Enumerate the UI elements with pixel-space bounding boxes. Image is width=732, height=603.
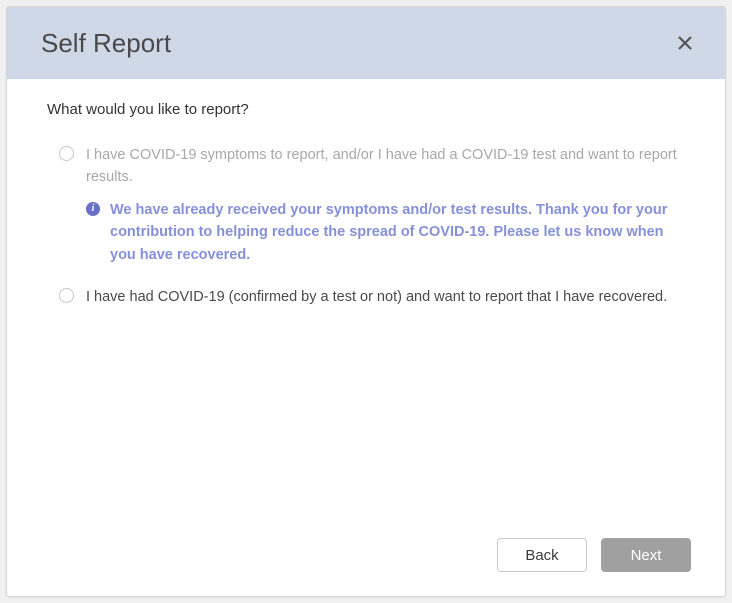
close-icon bbox=[677, 35, 693, 51]
info-row: i We have already received your symptoms… bbox=[86, 199, 685, 266]
dialog-header: Self Report bbox=[7, 7, 725, 79]
option-symptoms: I have COVID-19 symptoms to report, and/… bbox=[47, 144, 685, 276]
back-button[interactable]: Back bbox=[497, 538, 587, 572]
dialog-footer: Back Next bbox=[7, 520, 725, 596]
radio-symptoms bbox=[59, 146, 74, 161]
dialog-content: What would you like to report? I have CO… bbox=[7, 79, 725, 520]
option-body: I have had COVID-19 (confirmed by a test… bbox=[86, 286, 685, 308]
self-report-dialog: Self Report What would you like to repor… bbox=[6, 6, 726, 597]
option-body: I have COVID-19 symptoms to report, and/… bbox=[86, 144, 685, 276]
info-text: We have already received your symptoms a… bbox=[110, 199, 685, 266]
radio-recovered[interactable] bbox=[59, 288, 74, 303]
option-label-recovered: I have had COVID-19 (confirmed by a test… bbox=[86, 286, 685, 308]
next-button[interactable]: Next bbox=[601, 538, 691, 572]
option-label-symptoms: I have COVID-19 symptoms to report, and/… bbox=[86, 144, 685, 189]
info-icon: i bbox=[86, 202, 100, 216]
dialog-title: Self Report bbox=[41, 28, 171, 59]
prompt-text: What would you like to report? bbox=[47, 101, 685, 118]
option-recovered[interactable]: I have had COVID-19 (confirmed by a test… bbox=[47, 286, 685, 308]
close-button[interactable] bbox=[673, 31, 697, 55]
